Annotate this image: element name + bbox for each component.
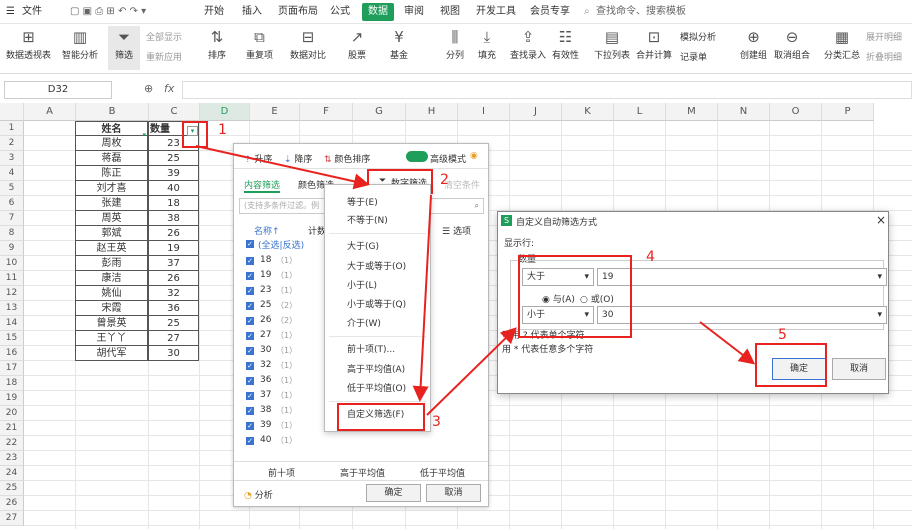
- step-4-label: 4: [646, 249, 655, 265]
- step-5-label: 5: [778, 327, 787, 343]
- arrow-4: [699, 321, 756, 365]
- step-1-label: 1: [218, 122, 227, 138]
- step-2-label: 2: [440, 172, 449, 188]
- arrow-2: [412, 194, 432, 402]
- annotation-arrows: [195, 145, 756, 416]
- step-3-label: 3: [432, 414, 441, 430]
- arrow-1: [195, 145, 370, 190]
- arrow-3: [426, 327, 517, 416]
